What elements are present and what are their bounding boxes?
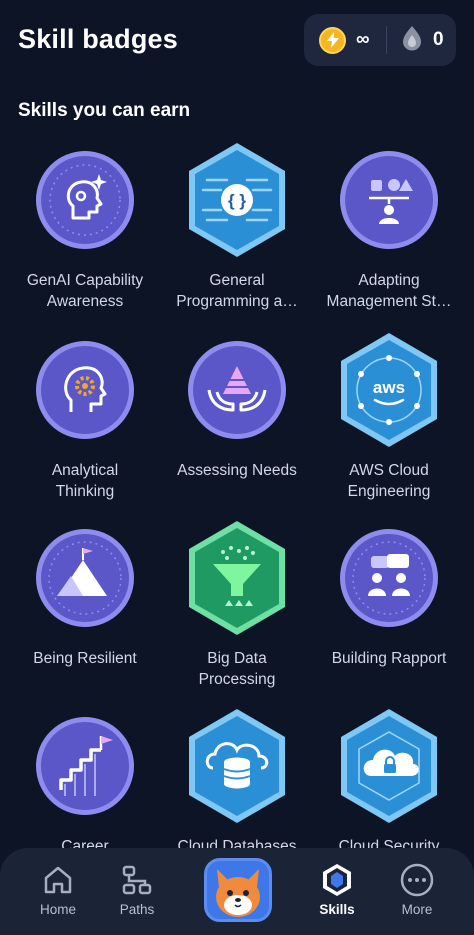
nav-more[interactable]: More: [377, 862, 457, 917]
section-title: Skills you can earn: [18, 100, 191, 121]
badge-label: Being Resilient: [33, 650, 137, 667]
energy-value: ∞: [356, 29, 370, 50]
home-icon: [44, 866, 72, 894]
nav-skills[interactable]: Skills: [297, 862, 377, 917]
people-chat-icon: [339, 518, 439, 638]
aws-cloud-icon: aws: [339, 330, 439, 450]
fox-mascot-icon: [216, 869, 260, 917]
energy-counter[interactable]: ∞: [319, 14, 370, 66]
badge-label: Adapting Management St…: [326, 272, 452, 310]
gems-counter[interactable]: 0: [401, 14, 444, 66]
nav-skills-label: Skills: [319, 902, 355, 917]
badge-label: General Programming a…: [176, 272, 298, 310]
ai-head-sparkle-icon: [35, 140, 135, 260]
gear-head-icon: [35, 330, 135, 450]
counter-divider: [386, 26, 387, 54]
nav-home[interactable]: Home: [18, 862, 98, 917]
code-braces-icon: { }: [187, 140, 287, 260]
badge-label: AWS Cloud Engineering: [347, 462, 431, 500]
lightning-coin-icon: [319, 26, 346, 54]
cloud-lock-icon: [339, 706, 439, 826]
badge-label: Big Data Processing: [198, 650, 276, 688]
svg-text:aws: aws: [373, 378, 405, 397]
more-dots-icon: [400, 863, 434, 897]
badge-label: Assessing Needs: [177, 462, 297, 479]
nav-more-label: More: [401, 902, 433, 917]
badge-label: Building Rapport: [331, 650, 447, 667]
skills-badge-icon: [323, 864, 351, 896]
nav-home-label: Home: [39, 902, 76, 917]
nav-paths-label: Paths: [119, 902, 155, 917]
stairs-flag-icon: [35, 706, 135, 826]
data-funnel-icon: [187, 518, 287, 638]
badge-label: GenAI Capability Awareness: [26, 272, 144, 310]
nav-paths[interactable]: Paths: [97, 862, 177, 917]
flame-drop-icon: [401, 25, 423, 56]
svg-text:{ }: { }: [228, 191, 246, 210]
hands-pyramid-icon: [187, 330, 287, 450]
page-title: Skill badges: [18, 24, 178, 54]
header: Skill badges ∞ 0: [0, 0, 474, 90]
badge-label: Analytical Thinking: [51, 462, 119, 500]
currency-counters[interactable]: ∞ 0: [304, 14, 456, 66]
path-nodes-icon: [122, 865, 152, 895]
mountain-flag-icon: [35, 518, 135, 638]
mascot-avatar-button[interactable]: [204, 858, 272, 922]
shapes-manager-icon: [339, 140, 439, 260]
gems-value: 0: [433, 29, 444, 50]
cloud-database-icon: [187, 706, 287, 826]
